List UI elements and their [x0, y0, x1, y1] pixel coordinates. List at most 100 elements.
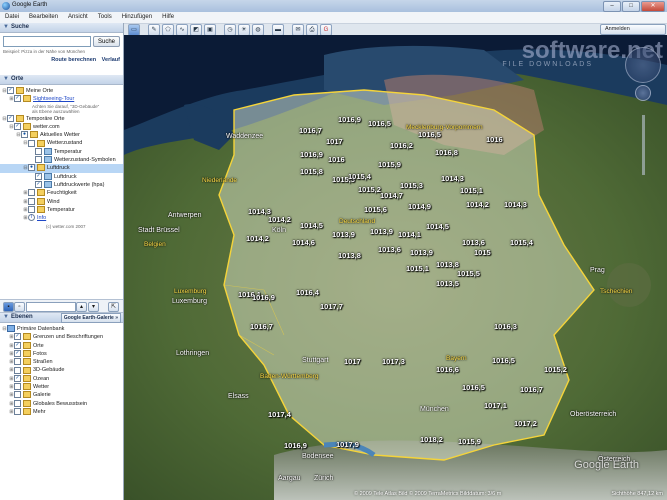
pressure-label[interactable]: 1016,8: [435, 148, 458, 157]
places-filter-input[interactable]: [26, 302, 76, 312]
tree-item-sightseeing[interactable]: ⊞ ✓ Sightseeing-Tour: [0, 95, 123, 103]
pressure-label[interactable]: 1017,1: [484, 401, 507, 410]
layer-item[interactable]: ⊞ ✓ Orte: [0, 341, 123, 350]
checkbox[interactable]: ✓: [14, 122, 21, 130]
tree-item-meine-orte[interactable]: ⊟ ✓ Meine Orte: [0, 87, 123, 95]
map-place-label[interactable]: Oberösterreich: [570, 411, 616, 418]
radio[interactable]: [28, 139, 35, 147]
map-place-label[interactable]: Prag: [590, 267, 605, 274]
map-place-label[interactable]: Zürich: [314, 475, 333, 482]
layer-item[interactable]: ⊞ Wetter: [0, 383, 123, 391]
layer-item[interactable]: ⊞ Straßen: [0, 358, 123, 366]
pressure-label[interactable]: 1015,5: [457, 269, 480, 278]
layer-checkbox[interactable]: [14, 391, 21, 399]
pressure-label[interactable]: 1017,4: [268, 410, 291, 419]
pressure-label[interactable]: 1017: [326, 137, 343, 146]
pressure-label[interactable]: 1014,1: [398, 230, 421, 239]
map-place-label[interactable]: Stadt Brüssel: [138, 227, 180, 234]
layer-checkbox[interactable]: [14, 408, 21, 416]
pressure-label[interactable]: 1014,2: [246, 234, 269, 243]
pressure-label[interactable]: 1016,9: [284, 441, 307, 450]
map-place-label[interactable]: Belgien: [144, 241, 166, 248]
menu-datei[interactable]: Datei: [0, 12, 24, 23]
map-place-label[interactable]: Niederlande: [202, 177, 237, 184]
pressure-label[interactable]: 1016,4: [296, 288, 319, 297]
search-panel-header[interactable]: ▼ Suche: [0, 23, 123, 33]
pressure-label[interactable]: 1014,2: [268, 215, 291, 224]
map-place-label[interactable]: Aargau: [278, 475, 301, 482]
zoom-slider[interactable]: [642, 115, 645, 175]
checkbox[interactable]: ✓: [35, 181, 42, 189]
tree-item-temperatur[interactable]: Temperatur: [0, 147, 123, 156]
map-place-label[interactable]: Antwerpen: [168, 212, 201, 219]
pressure-label[interactable]: 1013,8: [436, 260, 459, 269]
map-place-label[interactable]: Deutschland: [339, 218, 375, 225]
move-up-button[interactable]: ▴: [76, 302, 87, 312]
layer-checkbox[interactable]: [14, 383, 21, 391]
pressure-label[interactable]: 1016,6: [436, 365, 459, 374]
tree-item-luftdruckwerte[interactable]: ✓ Luftdruckwerte (hpa): [0, 181, 123, 189]
pressure-label[interactable]: 1014,5: [426, 222, 449, 231]
map-place-label[interactable]: Baden-Württemberg: [260, 373, 319, 380]
search-button[interactable]: Suche: [92, 36, 120, 47]
pressure-label[interactable]: 1014,6: [292, 238, 315, 247]
tree-item-wind[interactable]: ⊞ Wind: [0, 197, 123, 206]
radio[interactable]: [28, 197, 35, 205]
tree-item-feuchtigkeit[interactable]: ⊞ Feuchtigkeit: [0, 189, 123, 197]
checkbox[interactable]: ✓: [14, 95, 21, 103]
checkbox[interactable]: ✓: [35, 172, 42, 180]
layer-checkbox[interactable]: ✓: [14, 349, 21, 357]
radio[interactable]: ●: [28, 164, 35, 172]
map-place-label[interactable]: Köln: [272, 227, 286, 234]
checkbox[interactable]: [35, 156, 42, 164]
layer-item[interactable]: ⊞ Galerie: [0, 391, 123, 399]
pressure-label[interactable]: 1013,5: [436, 279, 459, 288]
pressure-label[interactable]: 1014,3: [441, 174, 464, 183]
pressure-label[interactable]: 1016: [328, 155, 345, 164]
pressure-label[interactable]: 1016: [486, 135, 503, 144]
menu-hilfe[interactable]: Hilfe: [157, 12, 179, 23]
menu-bearbeiten[interactable]: Bearbeiten: [24, 12, 63, 23]
tree-item-temperatur-2[interactable]: ⊞ Temperatur: [0, 205, 123, 214]
tree-item-info[interactable]: ⊞ i Info: [0, 214, 123, 222]
pressure-label[interactable]: 1017,9: [336, 440, 359, 449]
pressure-label[interactable]: 1016,7: [520, 385, 543, 394]
pressure-label[interactable]: 1015,6: [364, 205, 387, 214]
menu-tools[interactable]: Tools: [93, 12, 117, 23]
radio[interactable]: [28, 189, 35, 197]
maximize-button[interactable]: □: [622, 1, 640, 12]
pressure-label[interactable]: 1015,4: [510, 238, 533, 247]
layer-checkbox[interactable]: [14, 399, 21, 407]
pressure-label[interactable]: 1017,2: [514, 419, 537, 428]
map-place-label[interactable]: Bodensee: [302, 453, 334, 460]
checkbox[interactable]: ✓: [7, 87, 14, 95]
layer-item[interactable]: ⊞ Mehr: [0, 408, 123, 416]
minimize-button[interactable]: –: [603, 1, 621, 12]
map-place-label[interactable]: Stuttgart: [302, 357, 328, 364]
earth-map-view[interactable]: software.net FILE DOWNLOADS Niederlande D…: [124, 35, 667, 500]
compass-navigation-icon[interactable]: [625, 47, 661, 83]
layer-checkbox[interactable]: [14, 358, 21, 366]
tree-item-wz-symbole[interactable]: Wetterzustand-Symbolen: [0, 156, 123, 164]
pressure-label[interactable]: 1014,5: [300, 221, 323, 230]
pressure-label[interactable]: 1015,1: [460, 186, 483, 195]
login-button[interactable]: Anmelden: [600, 24, 666, 35]
tree-item-luftdruck-sub[interactable]: ✓ Luftdruck: [0, 172, 123, 181]
pressure-label[interactable]: 1015,4: [348, 172, 371, 181]
menu-hinzufuegen[interactable]: Hinzufügen: [117, 12, 157, 23]
pressure-label[interactable]: 1018,2: [420, 435, 443, 444]
map-place-label[interactable]: München: [420, 406, 449, 413]
pressure-label[interactable]: 1013,9: [332, 230, 355, 239]
pressure-label[interactable]: 1013,9: [370, 227, 393, 236]
radio[interactable]: [28, 205, 35, 213]
close-button[interactable]: ✕: [641, 1, 665, 12]
radio[interactable]: ●: [21, 131, 28, 139]
pressure-label[interactable]: 1016,7: [250, 322, 273, 331]
route-link[interactable]: Route berechnen: [51, 57, 96, 63]
layer-checkbox[interactable]: [14, 366, 21, 374]
tree-item-wetterzustand[interactable]: ⊟ Wetterzustand: [0, 139, 123, 147]
layer-checkbox[interactable]: ✓: [14, 341, 21, 349]
pressure-label[interactable]: 1015: [474, 248, 491, 257]
map-place-label[interactable]: Luxemburg: [172, 298, 207, 305]
pressure-label[interactable]: 1015,3: [400, 181, 423, 190]
